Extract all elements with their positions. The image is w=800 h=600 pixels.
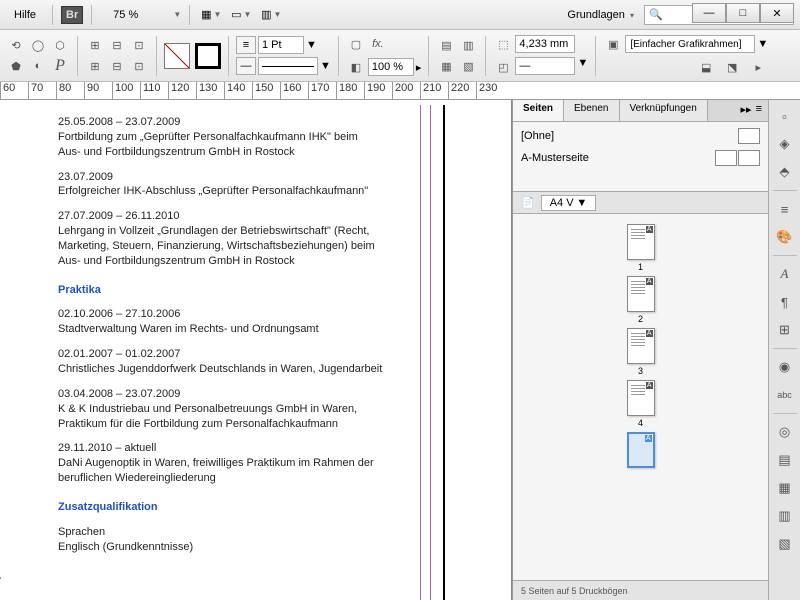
stroke-style-select[interactable]: [258, 57, 318, 75]
maximize-button[interactable]: □: [726, 3, 760, 23]
misc-icon[interactable]: ⬓: [696, 57, 716, 77]
master-none[interactable]: [Ohne]: [521, 130, 554, 142]
horizontal-ruler[interactable]: 6070809010011012013014015016017018019020…: [0, 82, 800, 100]
wrap-icon[interactable]: ▥: [458, 35, 478, 55]
tool-icon[interactable]: ⟲: [6, 35, 26, 55]
menubar: Hilfe Br 75 % ▼ ▦▼ ▭▼ ▥▼ Grundlagen ▾ 🔍 …: [0, 0, 800, 30]
workspace-switcher[interactable]: Grundlagen ▾: [567, 9, 634, 21]
panel-menu-icon[interactable]: ≡: [756, 103, 762, 118]
bridge-button[interactable]: Br: [61, 6, 83, 24]
collapse-icon[interactable]: ▸▸: [741, 103, 752, 118]
search-icon: 🔍: [649, 8, 663, 21]
wrap-icon[interactable]: ▦: [436, 56, 456, 76]
stroke-dock-icon[interactable]: ≡: [773, 197, 797, 221]
fx-button[interactable]: fx.: [368, 34, 388, 54]
window-controls: — □ ✕: [692, 3, 794, 23]
styles3-dock-icon[interactable]: ▥: [773, 504, 797, 528]
stroke-weight-input[interactable]: 1 Pt: [258, 36, 304, 54]
masters-section: [Ohne] A-Musterseite: [513, 122, 768, 192]
align-icon[interactable]: ⊞: [85, 35, 105, 55]
tool-icon[interactable]: ◐: [28, 56, 48, 76]
page-size-row: 📄 A4 V ▼: [513, 192, 768, 214]
master-thumb[interactable]: [715, 150, 737, 166]
frame-icon[interactable]: ▣: [603, 34, 623, 54]
color-dock-icon[interactable]: 🎨: [773, 225, 797, 249]
panels-column: Seiten Ebenen Verknüpfungen ▸▸ ≡ [Ohne] A…: [512, 100, 768, 600]
screen-mode-button[interactable]: ▦▼: [198, 4, 224, 26]
master-a[interactable]: A-Musterseite: [521, 152, 589, 164]
pages-footer: 5 Seiten auf 5 Druckbögen: [513, 580, 768, 600]
wrap-icon[interactable]: ▧: [458, 56, 478, 76]
links-dock-icon[interactable]: ⬘: [773, 160, 797, 184]
effects-dock-icon[interactable]: ◎: [773, 420, 797, 444]
view-options-button[interactable]: ▭▼: [228, 4, 254, 26]
page-thumb[interactable]: A: [627, 328, 655, 364]
pages-dock-icon[interactable]: ▫: [773, 104, 797, 128]
fill-swatch[interactable]: [164, 43, 190, 69]
fx-icon[interactable]: ▢: [346, 34, 366, 54]
expand-icon[interactable]: ▸: [748, 57, 768, 77]
stroke-style-icon[interactable]: —: [236, 57, 256, 75]
stroke-swatch[interactable]: [195, 43, 221, 69]
align-icon[interactable]: ⊟: [107, 56, 127, 76]
control-toolbar: ⟲◯⬡⬟◐P ⊞⊟⊡⊞⊟⊡ ≡ 1 Pt ▼ — ▼ ▢fx. ◧100 %▸ …: [0, 30, 800, 82]
x-input[interactable]: 4,233 mm: [515, 35, 575, 53]
object-dock-icon[interactable]: ◉: [773, 355, 797, 379]
text-frame[interactable]: 25.05.2008 – 23.07.2009 Fortbildung zum …: [58, 115, 408, 554]
corner-select[interactable]: —: [515, 57, 575, 75]
p-tool[interactable]: P: [50, 56, 70, 76]
chevron-down-icon: ▼: [143, 10, 181, 19]
styles-dock-icon[interactable]: ▤: [773, 448, 797, 472]
tool-icon[interactable]: ⬟: [6, 56, 26, 76]
help-menu[interactable]: Hilfe: [6, 9, 44, 21]
close-button[interactable]: ✕: [760, 3, 794, 23]
wrap-icon[interactable]: ▤: [436, 35, 456, 55]
styles4-dock-icon[interactable]: ▧: [773, 532, 797, 556]
minimize-button[interactable]: —: [692, 3, 726, 23]
frame-style-select[interactable]: [Einfacher Grafikrahmen]: [625, 35, 755, 53]
margin-text: a Muster: [0, 575, 1, 586]
misc-icon[interactable]: ⬔: [722, 57, 742, 77]
layers-dock-icon[interactable]: ◈: [773, 132, 797, 156]
align-icon[interactable]: ⊟: [107, 35, 127, 55]
align-icon[interactable]: ⊞: [85, 56, 105, 76]
tab-layers[interactable]: Ebenen: [564, 100, 619, 121]
right-dock: ▫ ◈ ⬘ ≡ 🎨 A ¶ ⊞ ◉ abc ◎ ▤ ▦ ▥ ▧: [768, 100, 800, 600]
stroke-weight-icon[interactable]: ≡: [236, 36, 256, 54]
glyphs-dock-icon[interactable]: abc: [773, 383, 797, 407]
tab-pages[interactable]: Seiten: [513, 100, 564, 121]
document-canvas[interactable]: 25.05.2008 – 23.07.2009 Fortbildung zum …: [0, 100, 512, 600]
table-dock-icon[interactable]: ⊞: [773, 318, 797, 342]
zoom-value: 75 %: [100, 9, 138, 21]
fit-icon[interactable]: ⬚: [493, 34, 513, 54]
char-dock-icon[interactable]: A: [773, 262, 797, 286]
size-icon: 📄: [521, 196, 535, 209]
opacity-input[interactable]: 100 %: [368, 58, 414, 76]
page: 25.05.2008 – 23.07.2009 Fortbildung zum …: [0, 105, 455, 600]
pages-list[interactable]: A1 A2 A3 A4 A: [513, 214, 768, 580]
opacity-icon[interactable]: ◧: [346, 57, 366, 77]
styles2-dock-icon[interactable]: ▦: [773, 476, 797, 500]
master-thumb[interactable]: [738, 150, 760, 166]
page-thumb[interactable]: A: [627, 380, 655, 416]
panel-tabs: Seiten Ebenen Verknüpfungen ▸▸ ≡: [513, 100, 768, 122]
tool-icon[interactable]: ⬡: [50, 35, 70, 55]
page-thumb[interactable]: A: [627, 224, 655, 260]
page-size-select[interactable]: A4 V ▼: [541, 195, 597, 211]
page-thumb[interactable]: A: [627, 276, 655, 312]
align-icon[interactable]: ⊡: [129, 56, 149, 76]
arrange-button[interactable]: ▥▼: [258, 4, 284, 26]
master-thumb[interactable]: [738, 128, 760, 144]
para-dock-icon[interactable]: ¶: [773, 290, 797, 314]
tab-links[interactable]: Verknüpfungen: [620, 100, 708, 121]
align-icon[interactable]: ⊡: [129, 35, 149, 55]
tool-icon[interactable]: ◯: [28, 35, 48, 55]
corner-icon[interactable]: ◰: [493, 57, 513, 77]
zoom-control[interactable]: 75 % ▼: [100, 9, 181, 21]
page-thumb-selected[interactable]: A: [627, 432, 655, 468]
